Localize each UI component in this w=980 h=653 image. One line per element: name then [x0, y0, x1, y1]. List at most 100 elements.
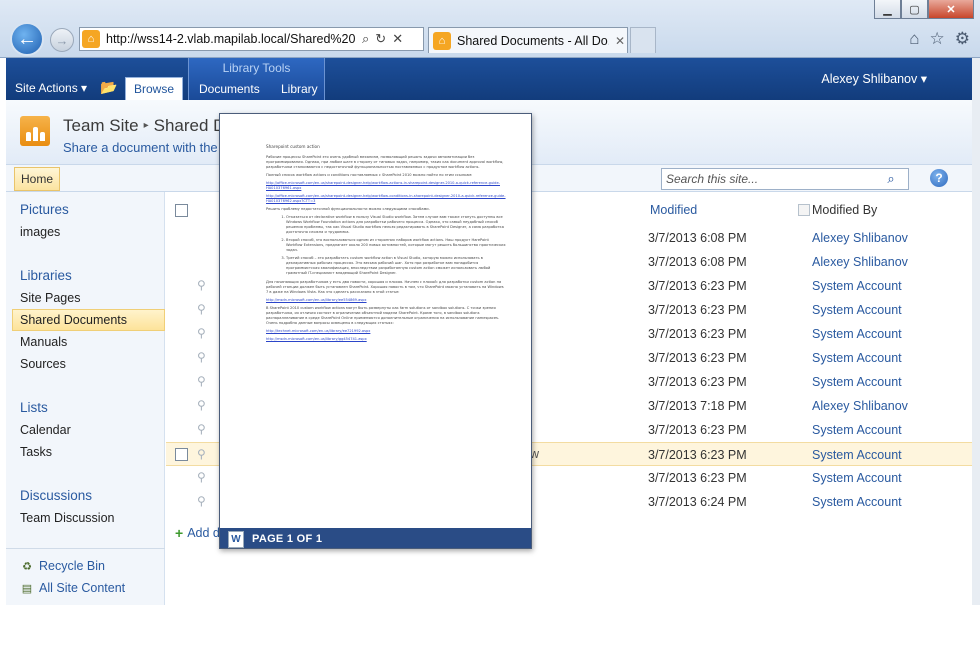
preview-magnifier-icon[interactable]: ⚲	[197, 422, 206, 436]
ql-heading-pictures[interactable]: Pictures	[20, 202, 69, 217]
quick-launch-footer: ♻ Recycle Bin ▤ All Site Content	[6, 548, 165, 604]
browser-toolbar: ⌂ ☆ ⚙	[909, 29, 970, 49]
row-modified-by-user[interactable]: System Account	[812, 448, 902, 462]
back-button[interactable]: ←	[10, 22, 44, 56]
preview-list-item: Третий способ – это разработать custom w…	[286, 256, 506, 276]
recycle-bin-link[interactable]: ♻ Recycle Bin	[20, 559, 105, 573]
preview-link: http://technet.microsoft.com/en-us/libra…	[266, 329, 371, 333]
row-modified-by-user[interactable]: Alexey Shlibanov	[812, 255, 908, 269]
site-logo-icon[interactable]	[20, 116, 50, 146]
ql-heading-discussions[interactable]: Discussions	[20, 488, 92, 503]
user-menu[interactable]: Alexey Shlibanov ▾	[821, 71, 927, 86]
column-header-modified[interactable]: Modified	[650, 203, 697, 217]
close-window-icon[interactable]: ✕	[928, 0, 974, 19]
library-tools-title: Library Tools	[222, 61, 291, 75]
ql-item-images[interactable]: images	[20, 225, 60, 239]
favorites-star-icon[interactable]: ☆	[930, 29, 945, 49]
home-icon[interactable]: ⌂	[909, 29, 919, 49]
preview-paragraph: Полный список workflow actions и conditi…	[266, 173, 473, 177]
topnav-home[interactable]: Home	[14, 167, 60, 191]
site-content-icon: ▤	[21, 582, 33, 595]
ql-item-sources[interactable]: Sources	[20, 357, 66, 371]
tab-browse[interactable]: Browse	[125, 77, 183, 100]
new-tab-button[interactable]	[630, 27, 656, 53]
minimize-icon[interactable]: ▁	[874, 0, 901, 19]
preview-paragraph: Для начинающих разработчиков у есть два …	[266, 280, 504, 294]
forward-button[interactable]: →	[50, 28, 74, 52]
preview-magnifier-icon[interactable]: ⚲	[197, 398, 206, 412]
quick-launch: Pictures images Libraries Site Pages Sha…	[6, 192, 165, 605]
preview-magnifier-icon[interactable]: ⚲	[197, 494, 206, 508]
search-icon[interactable]: ⌕	[362, 31, 369, 47]
tab-library[interactable]: Library	[281, 82, 318, 96]
recycle-bin-label: Recycle Bin	[39, 559, 105, 573]
row-modified-date: 3/7/2013 6:23 PM	[648, 448, 747, 462]
row-modified-by-user[interactable]: System Account	[812, 471, 902, 485]
preview-paragraph: Рабочие процессы SharePoint это очень уд…	[266, 155, 504, 169]
stop-icon[interactable]: ✕	[392, 31, 403, 47]
row-modified-date: 3/7/2013 6:08 PM	[648, 255, 747, 269]
ql-heading-libraries[interactable]: Libraries	[20, 268, 72, 283]
row-modified-date: 3/7/2013 6:23 PM	[648, 423, 747, 437]
row-modified-by-user[interactable]: Alexey Shlibanov	[812, 399, 908, 413]
ql-item-team-discussion[interactable]: Team Discussion	[20, 511, 114, 525]
preview-magnifier-icon[interactable]: ⚲	[197, 278, 206, 292]
preview-paragraph: В SharePoint 2010 custom workflow action…	[266, 306, 500, 325]
browser-tab[interactable]: ⌂ Shared Documents - All Do... ✕	[428, 27, 628, 53]
preview-footer: W PAGE 1 OF 1	[220, 528, 531, 548]
row-modified-by-user[interactable]: Alexey Shlibanov	[812, 231, 908, 245]
preview-magnifier-icon[interactable]: ⚲	[197, 470, 206, 484]
tab-documents[interactable]: Documents	[199, 82, 260, 96]
ql-item-tasks[interactable]: Tasks	[20, 445, 52, 459]
site-actions-menu[interactable]: Site Actions ▾	[15, 81, 87, 95]
ql-item-shared-documents[interactable]: Shared Documents	[20, 313, 127, 327]
row-modified-date: 3/7/2013 6:23 PM	[648, 471, 747, 485]
preview-magnifier-icon[interactable]: ⚲	[197, 302, 206, 316]
row-modified-by-user[interactable]: System Account	[812, 279, 902, 293]
ql-item-manuals[interactable]: Manuals	[20, 335, 67, 349]
address-bar[interactable]: ⌂ http://wss14-2.vlab.mapilab.local/Shar…	[79, 27, 424, 51]
row-checkbox[interactable]	[175, 448, 188, 461]
column-header-modified-by[interactable]: Modified By	[812, 203, 877, 217]
settings-gear-icon[interactable]: ⚙	[955, 29, 970, 49]
vertical-scrollbar[interactable]	[972, 58, 980, 653]
preview-list-item: Второй способ, это воспользоваться одним…	[286, 238, 506, 253]
search-box: ⌕	[661, 168, 909, 190]
document-preview-popup[interactable]: Sharepoint custom action Рабочие процесс…	[219, 113, 532, 549]
help-icon[interactable]: ?	[930, 169, 948, 187]
ql-item-site-pages[interactable]: Site Pages	[20, 291, 80, 305]
word-document-icon: W	[228, 530, 244, 548]
row-modified-by-user[interactable]: System Account	[812, 351, 902, 365]
ql-heading-lists[interactable]: Lists	[20, 400, 48, 415]
library-tools-group: Library Tools Documents Library	[188, 58, 325, 100]
address-url[interactable]: http://wss14-2.vlab.mapilab.local/Shared…	[106, 32, 356, 46]
ql-item-calendar[interactable]: Calendar	[20, 423, 71, 437]
preview-magnifier-icon[interactable]: ⚲	[197, 447, 206, 461]
preview-magnifier-icon[interactable]: ⚲	[197, 326, 206, 340]
search-go-icon[interactable]: ⌕	[881, 170, 901, 188]
breadcrumb-site[interactable]: Team Site	[63, 116, 139, 135]
maximize-icon[interactable]: ▢	[901, 0, 928, 19]
tab-close-icon[interactable]: ✕	[615, 34, 625, 48]
row-modified-by-user[interactable]: System Account	[812, 375, 902, 389]
search-input[interactable]	[666, 172, 881, 186]
row-modified-by-user[interactable]: System Account	[812, 327, 902, 341]
row-modified-date: 3/7/2013 6:24 PM	[648, 495, 747, 509]
breadcrumb-separator-icon: ▸	[143, 120, 149, 131]
preview-list: Отказаться от declarative workflow в пол…	[266, 215, 506, 276]
navigate-up-icon[interactable]: 📂	[100, 79, 117, 96]
refresh-icon[interactable]: ↻	[375, 31, 386, 47]
preview-magnifier-icon[interactable]: ⚲	[197, 374, 206, 388]
preview-link: http://office.microsoft.com/en-us/sharep…	[266, 181, 500, 190]
column-filter-checkbox[interactable]	[798, 204, 810, 216]
preview-paragraph: Решить проблему недостаточной функционал…	[266, 207, 430, 211]
row-modified-by-user[interactable]: System Account	[812, 423, 902, 437]
add-icon: +	[175, 525, 184, 541]
sharepoint-favicon-icon: ⌂	[82, 30, 100, 48]
row-modified-by-user[interactable]: System Account	[812, 495, 902, 509]
row-modified-by-user[interactable]: System Account	[812, 303, 902, 317]
preview-link: http://msdn.microsoft.com/en-us/library/…	[266, 298, 367, 302]
select-all-checkbox[interactable]	[175, 204, 188, 217]
all-site-content-link[interactable]: ▤ All Site Content	[20, 581, 125, 595]
preview-magnifier-icon[interactable]: ⚲	[197, 350, 206, 364]
